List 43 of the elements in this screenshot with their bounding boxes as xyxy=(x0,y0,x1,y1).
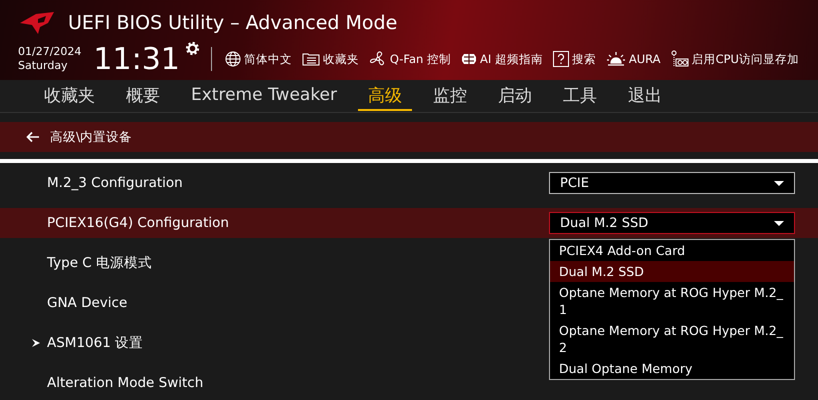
dropdown[interactable]: PCIE xyxy=(549,172,795,194)
breadcrumb-text: 高级\内置设备 xyxy=(50,128,132,146)
dropdown-option[interactable]: Optane Memory at ROG Hyper M.2_1 xyxy=(550,282,794,320)
dropdown-option[interactable]: Optane Memory at ROG Hyper M.2_2 xyxy=(550,320,794,358)
fan-icon xyxy=(368,50,387,68)
back-arrow-icon[interactable] xyxy=(26,131,40,143)
dropdown-option[interactable]: PCIEX4 Add-on Card xyxy=(550,240,794,261)
menu-tab[interactable]: 工具 xyxy=(553,82,608,110)
toolbar-button[interactable]: 启用CPU访问显存加 xyxy=(668,50,802,68)
caret-icon xyxy=(774,180,784,186)
setting-label: GNA Device xyxy=(47,295,128,311)
date-text: 01/27/2024 xyxy=(18,45,82,59)
toolbar-button[interactable]: 收藏夹 xyxy=(298,52,362,66)
toolbar-button[interactable]: 简体中文 xyxy=(222,51,295,67)
setting-label: M.2_3 Configuration xyxy=(47,175,183,191)
caret-icon xyxy=(774,220,784,226)
dropdown-option[interactable]: Dual M.2 SSD xyxy=(550,261,794,282)
toolbar-button[interactable]: Q-Fan 控制 xyxy=(366,50,454,68)
dropdown[interactable]: Dual M.2 SSD xyxy=(549,212,795,234)
help-icon xyxy=(552,51,569,67)
setting-label: PCIEX16(G4) Configuration xyxy=(47,215,229,231)
settings-icon[interactable] xyxy=(184,40,201,57)
menu-tab[interactable]: 启动 xyxy=(488,82,542,110)
submenu-arrow-icon xyxy=(31,338,41,348)
toolbar-button[interactable]: AURA xyxy=(602,51,664,67)
setting-label: ASM1061 设置 xyxy=(47,334,144,352)
weekday-text: Saturday xyxy=(18,59,69,73)
list-icon xyxy=(302,52,320,66)
graphics-card-icon xyxy=(670,50,689,68)
lamp-icon xyxy=(606,51,626,67)
dropdown-option[interactable]: Dual Optane Memory xyxy=(550,358,794,379)
toolbar-button[interactable]: 搜索 xyxy=(550,51,599,67)
menu-tab[interactable]: 收藏夹 xyxy=(34,82,105,110)
setting-label: Type C 电源模式 xyxy=(47,254,152,272)
menu-tab[interactable]: 概要 xyxy=(116,82,170,110)
globe-icon xyxy=(224,51,241,67)
menu-tab[interactable]: Extreme Tweaker xyxy=(181,83,348,109)
window-title: UEFI BIOS Utility – Advanced Mode xyxy=(68,12,398,34)
menu-tab[interactable]: 高级 xyxy=(358,82,412,110)
toolbar-button[interactable]: AI 超频指南 xyxy=(458,52,546,66)
clock-time: 11:31 xyxy=(93,42,180,76)
menu-tab[interactable]: 监控 xyxy=(423,82,478,110)
menu-tab[interactable]: 退出 xyxy=(618,82,672,110)
